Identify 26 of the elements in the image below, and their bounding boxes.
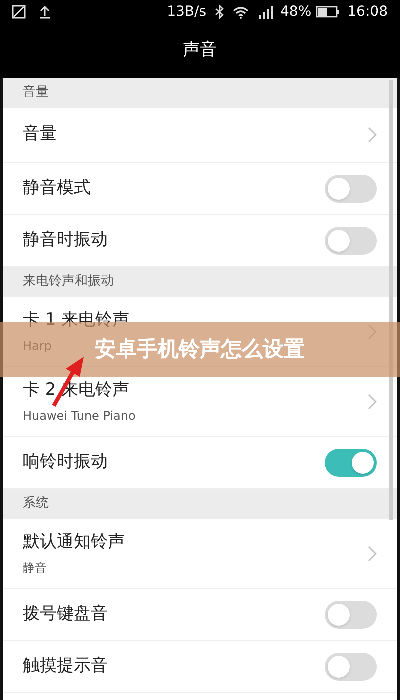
toggle-switch[interactable] [325,652,377,680]
chevron-icon [368,546,377,562]
clock: 16:08 [348,2,388,22]
setting-label: 响铃时振动 [23,450,108,474]
battery-icon [316,6,340,18]
section-header: 系统 [3,489,397,519]
section-header: 音量 [3,78,397,108]
upload-icon [38,5,52,19]
setting-label: 静音时振动 [23,228,108,252]
screen-title: 声音 [183,39,217,62]
setting-label: 拨号键盘音 [23,602,108,626]
network-speed: 13B/s [167,2,207,22]
toggle-switch[interactable] [325,448,377,476]
signal-icon [256,5,273,19]
image-icon [12,5,26,19]
battery-percent: 48% [280,2,312,22]
toggle-switch[interactable] [325,226,377,254]
section-header: 来电铃声和振动 [3,267,397,297]
toggle-switch[interactable] [325,600,377,628]
setting-label: 静音模式 [23,176,91,200]
bluetooth-icon [214,5,225,19]
setting-label: 触摸提示音 [23,654,108,678]
wifi-icon [232,6,249,18]
toggle-switch[interactable] [325,174,377,202]
chevron-icon [368,127,377,143]
chevron-icon [368,394,377,410]
